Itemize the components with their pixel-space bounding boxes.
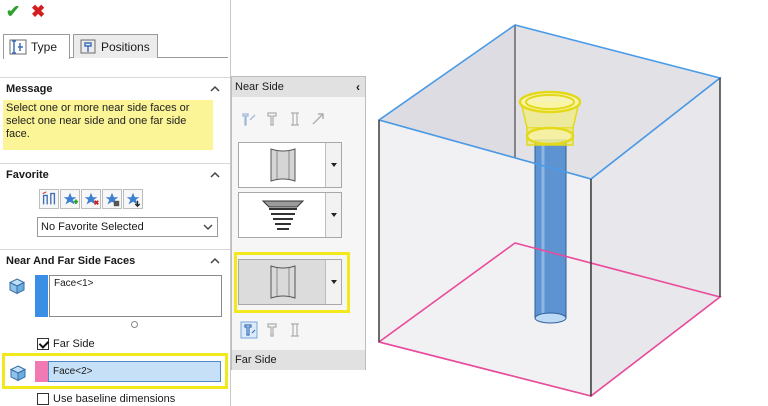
- favorite-toolbar: [39, 189, 143, 209]
- tab-type-label: Type: [31, 40, 58, 54]
- counterbore-highlight: [518, 90, 582, 146]
- baseline-dimensions-checkbox[interactable]: [37, 393, 49, 405]
- collapse-chevron-icon[interactable]: ‹: [356, 77, 360, 97]
- near-far-side-flyout: Near Side ‹ Far Side: [231, 76, 366, 370]
- chevron-down-icon[interactable]: [325, 260, 341, 304]
- far-face-field[interactable]: Face<2>: [48, 361, 221, 382]
- chevron-down-icon[interactable]: [325, 143, 341, 187]
- thread-shape-dropdown[interactable]: [238, 192, 342, 238]
- add-favorite-star-icon[interactable]: [60, 189, 80, 209]
- tab-positions[interactable]: Positions: [73, 34, 158, 58]
- message-group-header[interactable]: Message: [0, 77, 230, 99]
- face-selection-cube-icon: [9, 365, 27, 382]
- far-side-header: Far Side: [232, 350, 365, 370]
- far-side-checkbox[interactable]: [37, 338, 49, 350]
- far-face-color-swatch: [35, 361, 48, 382]
- baseline-dimensions-label: Use baseline dimensions: [53, 393, 176, 405]
- far-side-type-1-icon[interactable]: [240, 321, 258, 339]
- message-group-title: Message: [6, 83, 53, 95]
- far-side-label: Far Side: [53, 338, 95, 350]
- chevron-up-icon[interactable]: [208, 250, 222, 272]
- chevron-down-icon[interactable]: [325, 193, 341, 237]
- favorite-select-value: No Favorite Selected: [41, 221, 144, 233]
- faces-group-header[interactable]: Near And Far Side Faces: [0, 249, 230, 271]
- favorite-group-title: Favorite: [6, 169, 49, 181]
- chevron-up-icon[interactable]: [208, 164, 222, 186]
- faces-group-title: Near And Far Side Faces: [6, 255, 136, 267]
- graphics-viewport[interactable]: [367, 0, 768, 406]
- near-face-color-swatch: [35, 275, 48, 317]
- load-favorite-icon[interactable]: [123, 189, 143, 209]
- far-side-preview-icon: [270, 265, 296, 299]
- apply-defaults-icon[interactable]: [39, 189, 59, 209]
- delete-favorite-star-icon[interactable]: [81, 189, 101, 209]
- far-side-type-3-icon[interactable]: [286, 321, 304, 339]
- tab-type[interactable]: Type: [3, 34, 70, 59]
- list-item[interactable]: Face<1>: [54, 278, 217, 289]
- ok-checkmark-icon[interactable]: ✔: [6, 2, 20, 22]
- face-selection-cube-icon: [8, 278, 26, 295]
- near-side-type-2-icon[interactable]: [263, 110, 281, 128]
- tab-positions-label: Positions: [101, 39, 150, 54]
- cancel-x-icon[interactable]: ✖: [31, 2, 45, 22]
- near-face-list[interactable]: Face<1>: [49, 275, 222, 317]
- thread-preview-icon: [261, 200, 305, 230]
- hole-type-icon: [9, 39, 27, 55]
- favorite-group-header[interactable]: Favorite: [0, 163, 230, 185]
- counterbore-preview-icon: [270, 148, 296, 182]
- tab-bar: Type Positions: [3, 34, 228, 59]
- far-side-shape-dropdown[interactable]: [238, 259, 342, 305]
- near-side-type-3-icon[interactable]: [286, 110, 304, 128]
- near-side-shape-dropdown[interactable]: [238, 142, 342, 188]
- near-side-title: Near Side: [235, 81, 284, 93]
- chevron-down-icon: [203, 224, 213, 230]
- save-favorite-icon[interactable]: [102, 189, 122, 209]
- far-side-type-2-icon[interactable]: [263, 321, 281, 339]
- hole-position-icon: [80, 39, 96, 53]
- favorite-select[interactable]: No Favorite Selected: [37, 217, 218, 237]
- list-resize-handle[interactable]: [131, 321, 138, 328]
- far-side-title: Far Side: [235, 354, 277, 366]
- property-manager: ✔ ✖ Type Positions Message Select one or…: [0, 0, 231, 406]
- near-side-header: Near Side ‹: [232, 77, 365, 97]
- message-box: Select one or more near side faces or se…: [3, 100, 213, 150]
- chevron-up-icon[interactable]: [208, 78, 222, 100]
- near-side-type-4-icon[interactable]: [309, 110, 327, 128]
- near-side-type-1-icon[interactable]: [240, 110, 258, 128]
